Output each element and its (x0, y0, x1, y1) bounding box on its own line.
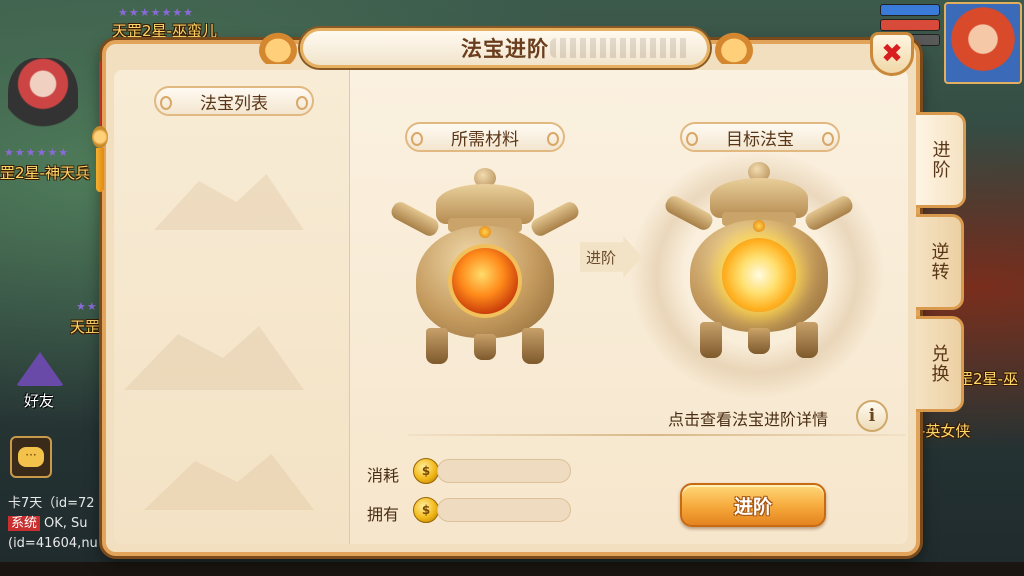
chat-bubble-icon: ··· (18, 447, 44, 467)
advance-button-label: 进阶 (733, 495, 772, 518)
target-header: 目标法宝 (680, 122, 840, 152)
hero-portrait-avatar[interactable] (944, 2, 1022, 84)
own-amount-field (437, 498, 571, 522)
treasure-list-title: 法宝列表 (200, 93, 268, 114)
npc-name-label: 罡2星-巫 (958, 370, 1018, 388)
close-icon: ✖ (881, 39, 903, 69)
consume-amount-field (437, 459, 571, 483)
tab-reverse-label: 逆转 (928, 242, 950, 282)
info-icon[interactable]: i (856, 400, 888, 432)
gem-icon (753, 220, 765, 232)
chat-line: 系统 OK, Su (8, 514, 98, 534)
chat-button[interactable]: ··· (10, 436, 52, 478)
chat-text: OK, Su (44, 516, 88, 531)
tassel-pendant-decoration (92, 62, 108, 192)
star-rating: ★★★★★★ (4, 146, 70, 159)
treasure-list-panel[interactable] (114, 70, 350, 544)
own-label: 拥有 (367, 505, 400, 524)
gold-coin-icon: $ (413, 497, 439, 523)
chat-line: (id=41604,nu (8, 536, 98, 551)
target-treasure-cauldron[interactable] (662, 162, 856, 362)
star-rating: ★★ (76, 300, 98, 313)
material-treasure-cauldron[interactable] (388, 168, 582, 368)
treasure-list-header: 法宝列表 (154, 86, 314, 116)
dialog-title: 法宝进阶 (461, 37, 549, 61)
mana-bar (880, 4, 940, 16)
npc-name-label: -英女侠 (920, 422, 971, 440)
materials-header: 所需材料 (405, 122, 565, 152)
chat-log[interactable]: 卡7天（id=72 系统 OK, Su (id=41604,nu (8, 494, 98, 554)
upgrade-arrow-label: 进阶 (586, 248, 617, 267)
divider (408, 434, 906, 436)
upgrade-details-link[interactable]: 点击查看法宝进阶详情 (668, 406, 828, 430)
info-glyph: i (868, 406, 876, 426)
calligraphy-decoration (550, 38, 690, 58)
npc-name-label: 罡2星-神天兵 (0, 164, 90, 182)
friends-button[interactable]: 好友 (12, 352, 68, 412)
npc-character[interactable] (8, 58, 78, 144)
mountain-decoration (124, 326, 304, 390)
tab-reverse[interactable]: 逆转 (916, 214, 964, 310)
advance-button[interactable]: 进阶 (680, 483, 826, 527)
npc-name-label: 天罡2星-巫蛮儿 (112, 22, 217, 40)
chat-line: 卡7天（id=72 (8, 496, 95, 511)
tab-advance[interactable]: 进阶 (916, 112, 966, 208)
bottom-bar (0, 562, 1024, 576)
glowing-orb-icon (722, 238, 796, 312)
fire-orb-icon (452, 248, 518, 314)
npc-name-label: 天罡 (70, 318, 101, 336)
gold-coin-icon: $ (413, 458, 439, 484)
wizard-hat-icon (16, 352, 64, 386)
cloud-ornament-icon (712, 30, 756, 64)
tab-advance-label: 进阶 (929, 140, 951, 180)
close-button[interactable]: ✖ (870, 32, 914, 76)
tab-exchange-label: 兑换 (928, 344, 950, 384)
mountain-decoration (144, 454, 314, 510)
materials-title: 所需材料 (451, 129, 519, 150)
gem-icon (479, 226, 491, 238)
tab-exchange[interactable]: 兑换 (916, 316, 964, 412)
cloud-ornament-icon (256, 30, 300, 64)
health-bar (880, 19, 940, 31)
consume-label: 消耗 (367, 466, 400, 485)
friends-label: 好友 (24, 392, 55, 410)
system-tag: 系统 (8, 516, 41, 531)
mountain-decoration (154, 174, 304, 230)
target-title: 目标法宝 (726, 129, 794, 150)
star-rating: ★★★★★★★ (118, 6, 195, 19)
